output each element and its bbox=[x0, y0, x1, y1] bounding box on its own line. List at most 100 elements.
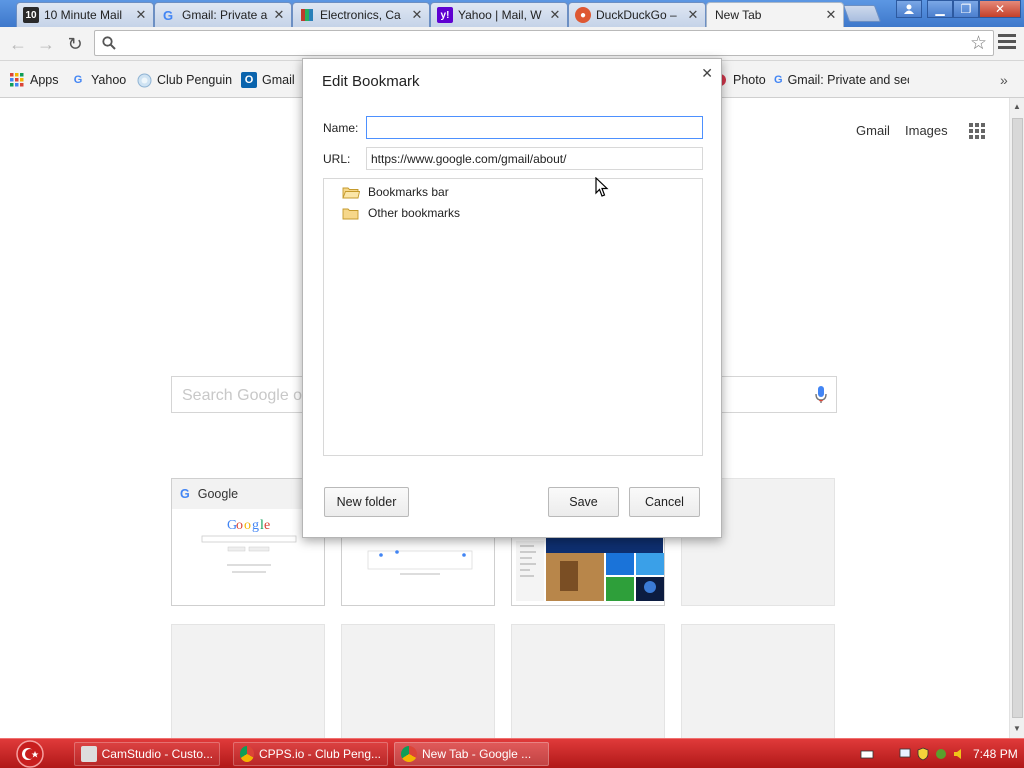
cancel-button[interactable]: Cancel bbox=[629, 487, 700, 517]
taskbar-item-camstudio[interactable]: CamStudio - Custo... bbox=[74, 742, 220, 766]
window-close-button[interactable]: ✕ bbox=[979, 0, 1021, 18]
taskbar-item-cpps[interactable]: CPPS.io - Club Peng... bbox=[233, 742, 388, 766]
tab-close-icon[interactable]: ✕ bbox=[273, 7, 285, 23]
duckduckgo-icon: ● bbox=[575, 7, 591, 23]
bookmark-yahoo[interactable]: G Yahoo bbox=[70, 71, 127, 89]
most-visited-tile-empty bbox=[511, 624, 665, 738]
bookmark-gmail[interactable]: O Gmail bbox=[241, 71, 295, 89]
back-button[interactable]: ← bbox=[6, 32, 30, 56]
tab-duckduckgo[interactable]: ● DuckDuckGo – ✕ bbox=[568, 2, 706, 27]
user-icon bbox=[904, 4, 914, 14]
folder-label: Other bookmarks bbox=[368, 206, 461, 220]
folder-tree[interactable]: Bookmarks bar Other bookmarks bbox=[323, 178, 703, 456]
tab-gmail[interactable]: G Gmail: Private a ✕ bbox=[154, 2, 292, 27]
reload-button[interactable]: ↻ bbox=[63, 32, 87, 56]
bookmark-apps[interactable]: Apps bbox=[9, 71, 59, 89]
tab-10-minute-mail[interactable]: 10 10 Minute Mail ✕ bbox=[16, 2, 154, 27]
back-arrow-icon: ← bbox=[9, 33, 27, 54]
profile-button[interactable] bbox=[896, 0, 922, 18]
tab-close-icon[interactable]: ✕ bbox=[825, 7, 837, 23]
save-button[interactable]: Save bbox=[548, 487, 619, 517]
minimize-button[interactable]: ▁ bbox=[927, 0, 953, 18]
tab-title: DuckDuckGo – bbox=[596, 8, 677, 22]
tab-close-icon[interactable]: ✕ bbox=[135, 7, 147, 23]
microphone-icon[interactable] bbox=[814, 385, 828, 405]
restore-button[interactable]: ❐ bbox=[953, 0, 979, 18]
tab-title: New Tab bbox=[715, 8, 762, 22]
taskbar-item-label: CamStudio - Custo... bbox=[101, 747, 213, 761]
bookmark-url-input[interactable] bbox=[366, 147, 703, 170]
page-scrollbar[interactable]: ▲ ▼ bbox=[1009, 98, 1024, 738]
scroll-up-arrow-icon[interactable]: ▲ bbox=[1013, 102, 1021, 111]
images-link[interactable]: Images bbox=[905, 123, 948, 138]
tab-new-tab[interactable]: New Tab ✕ bbox=[706, 2, 844, 27]
taskbar-clock[interactable]: 7:48 PM bbox=[973, 747, 1018, 761]
bookmark-label: Apps bbox=[30, 73, 59, 87]
tab-close-icon[interactable]: ✕ bbox=[687, 7, 699, 23]
outlook-icon: O bbox=[241, 72, 257, 88]
google-icon: G bbox=[73, 74, 83, 86]
most-visited-tile-empty bbox=[341, 624, 495, 738]
volume-icon[interactable] bbox=[952, 747, 966, 761]
scrollbar-thumb[interactable] bbox=[1012, 118, 1023, 718]
browser-toolbar: ← → ↻ ☆ bbox=[0, 27, 1024, 61]
network-icon[interactable] bbox=[898, 747, 912, 761]
svg-text:o: o bbox=[236, 518, 243, 533]
tile-title: Google bbox=[197, 487, 239, 501]
start-button-icon[interactable] bbox=[10, 739, 46, 768]
bookmark-label: Yahoo bbox=[91, 73, 127, 87]
google-icon: G bbox=[774, 74, 783, 86]
chrome-menu-button[interactable] bbox=[998, 34, 1016, 52]
bookmark-gmail-private[interactable]: G Gmail: Private and sec bbox=[774, 71, 909, 89]
folder-item-other-bookmarks[interactable]: Other bookmarks bbox=[342, 204, 460, 222]
electronics-icon bbox=[299, 7, 315, 23]
bookmark-label: Gmail: Private and sec bbox=[787, 73, 909, 87]
shield-icon[interactable] bbox=[916, 747, 930, 761]
bookmark-star-icon[interactable]: ☆ bbox=[970, 32, 987, 55]
keyboard-icon[interactable] bbox=[860, 747, 874, 761]
folder-label: Bookmarks bar bbox=[368, 185, 449, 199]
taskbar-item-label: CPPS.io - Club Peng... bbox=[258, 747, 381, 761]
reload-icon: ↻ bbox=[67, 33, 83, 54]
bookmark-label: Photo bbox=[733, 73, 766, 87]
forward-button[interactable]: → bbox=[34, 32, 58, 56]
tab-electronics[interactable]: Electronics, Ca ✕ bbox=[292, 2, 430, 27]
mouse-cursor-icon bbox=[595, 177, 609, 197]
close-icon: ✕ bbox=[994, 2, 1006, 16]
tab-strip: 10 10 Minute Mail ✕ G Gmail: Private a ✕… bbox=[0, 0, 1024, 27]
club-penguin-icon bbox=[136, 72, 152, 88]
svg-text:o: o bbox=[244, 518, 251, 533]
google-apps-icon[interactable] bbox=[969, 123, 985, 139]
tab-yahoo[interactable]: y! Yahoo | Mail, W ✕ bbox=[430, 2, 568, 27]
restore-icon: ❐ bbox=[960, 2, 972, 16]
bookmark-club-penguin[interactable]: Club Penguin bbox=[136, 71, 232, 89]
camstudio-icon bbox=[81, 746, 97, 762]
minimize-icon: ▁ bbox=[935, 2, 945, 16]
dialog-close-icon[interactable]: ✕ bbox=[701, 65, 713, 82]
apps-grid-icon bbox=[9, 72, 25, 88]
gmail-link[interactable]: Gmail bbox=[856, 123, 890, 138]
folder-open-icon bbox=[342, 187, 360, 198]
bookmark-name-input[interactable] bbox=[366, 116, 703, 139]
chrome-icon bbox=[401, 746, 417, 762]
most-visited-tile-empty bbox=[171, 624, 325, 738]
tab-title: Yahoo | Mail, W bbox=[458, 8, 542, 22]
new-folder-button[interactable]: New folder bbox=[324, 487, 409, 517]
chrome-icon bbox=[240, 746, 254, 762]
tab-title: Electronics, Ca bbox=[320, 8, 401, 22]
bookmark-label: Gmail bbox=[262, 73, 295, 87]
bookmarks-overflow-chevron-icon[interactable]: » bbox=[1000, 71, 1008, 89]
tab-close-icon[interactable]: ✕ bbox=[411, 7, 423, 23]
scroll-down-arrow-icon[interactable]: ▼ bbox=[1013, 724, 1021, 733]
svg-text:g: g bbox=[252, 518, 259, 533]
bluetooth-icon[interactable] bbox=[934, 747, 948, 761]
tab-close-icon[interactable]: ✕ bbox=[549, 7, 561, 23]
new-tab-button[interactable] bbox=[842, 5, 882, 22]
folder-icon bbox=[342, 208, 359, 219]
folder-item-bookmarks-bar[interactable]: Bookmarks bar bbox=[342, 183, 449, 201]
address-bar[interactable]: ☆ bbox=[94, 30, 994, 56]
taskbar-item-new-tab[interactable]: New Tab - Google ... bbox=[394, 742, 549, 766]
svg-text:G: G bbox=[163, 8, 173, 22]
system-tray bbox=[860, 743, 966, 765]
forward-arrow-icon: → bbox=[37, 33, 55, 54]
